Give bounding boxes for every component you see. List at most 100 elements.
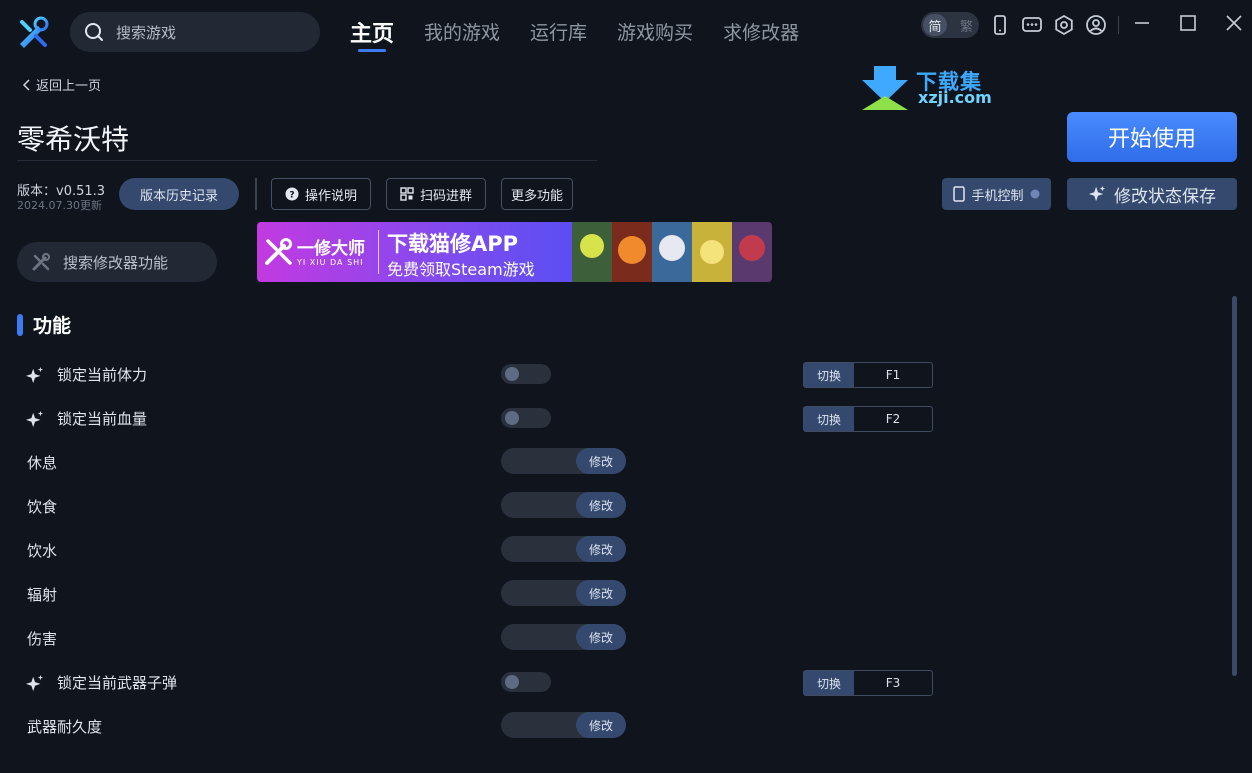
feature-label: 伤害 — [27, 630, 58, 648]
feature-label: 锁定当前血量 — [57, 410, 148, 428]
value-input[interactable]: 修改 — [501, 536, 626, 562]
phone-control-label: 手机控制 — [971, 188, 1024, 204]
modify-button[interactable]: 修改 — [576, 624, 626, 650]
minimize-icon[interactable] — [1130, 12, 1154, 36]
tab-runtime[interactable]: 运行库 — [530, 18, 587, 54]
feature-row: 休息 修改 — [0, 442, 1220, 482]
maximize-icon[interactable] — [1176, 12, 1200, 36]
main-nav: 主页 我的游戏 运行库 游戏购买 求修改器 — [350, 18, 799, 54]
section-accent-bar — [17, 313, 23, 336]
feature-label: 锁定当前体力 — [57, 366, 148, 384]
hotkey-key[interactable]: F3 — [854, 671, 932, 695]
value-input[interactable]: 修改 — [501, 624, 626, 650]
qr-code-icon — [400, 187, 414, 201]
modify-button[interactable]: 修改 — [576, 448, 626, 474]
sparkle-icon — [26, 410, 44, 428]
phone-control-button[interactable]: 手机控制 — [942, 178, 1051, 210]
banner-brand: 一修大师 — [297, 239, 365, 259]
qr-group-button[interactable]: 扫码进群 — [386, 178, 486, 210]
guide-button[interactable]: ? 操作说明 — [271, 178, 371, 210]
toggle-knob — [505, 411, 519, 425]
version-history-button[interactable]: 版本历史记录 — [119, 178, 239, 210]
tab-my-games[interactable]: 我的游戏 — [424, 18, 500, 54]
promo-banner[interactable]: 一修大师 YI XIU DA SHI 下载猫修APP 免费领取Steam游戏 — [257, 222, 772, 282]
hotkey-control: 切换 F1 — [803, 362, 933, 388]
feature-label: 锁定当前武器子弹 — [57, 674, 178, 692]
toggle-knob — [505, 675, 519, 689]
qr-label: 扫码进群 — [419, 188, 472, 204]
save-state-button[interactable]: 修改状态保存 — [1067, 178, 1237, 210]
banner-brand-pinyin: YI XIU DA SHI — [297, 258, 364, 267]
hotkey-switch-button[interactable]: 切换 — [804, 363, 854, 387]
watermark-logo: 下载集 xzji.com — [860, 66, 1000, 110]
language-toggle[interactable]: 简 繁 — [921, 12, 979, 38]
value-input[interactable]: 修改 — [501, 448, 626, 474]
settings-icon[interactable] — [1053, 14, 1075, 36]
banner-subline: 免费领取Steam游戏 — [387, 260, 535, 279]
feature-search-input[interactable]: 搜索修改器功能 — [17, 242, 217, 282]
modify-button[interactable]: 修改 — [576, 536, 626, 562]
toolbar-divider — [1118, 16, 1119, 34]
hotkey-key[interactable]: F2 — [854, 407, 932, 431]
scrollbar[interactable] — [1232, 296, 1237, 676]
feature-row: 辐射 修改 — [0, 574, 1220, 614]
chevron-left-icon — [22, 78, 30, 91]
feature-search-placeholder: 搜索修改器功能 — [63, 253, 169, 272]
back-label: 返回上一页 — [36, 79, 102, 94]
sparkle-icon — [26, 366, 44, 384]
banner-headline: 下载猫修APP — [387, 232, 519, 256]
help-icon: ? — [285, 187, 299, 201]
banner-divider — [378, 230, 379, 274]
game-search-input[interactable]: 搜索游戏 — [70, 12, 320, 52]
modify-button[interactable]: 修改 — [576, 492, 626, 518]
modify-button[interactable]: 修改 — [576, 580, 626, 606]
phone-icon — [953, 186, 966, 202]
more-features-button[interactable]: 更多功能 — [501, 178, 573, 210]
search-icon — [85, 23, 103, 41]
app-logo-icon[interactable] — [16, 16, 50, 50]
feature-toggle[interactable] — [501, 672, 551, 692]
search-placeholder: 搜索游戏 — [116, 23, 177, 42]
feature-row: 锁定当前血量 切换 F2 — [0, 398, 1220, 438]
feature-row: 饮食 修改 — [0, 486, 1220, 526]
tab-home[interactable]: 主页 — [350, 16, 394, 52]
lang-simplified[interactable]: 简 — [923, 14, 947, 36]
download-arrow-icon — [862, 66, 908, 110]
feature-label: 休息 — [27, 454, 58, 472]
tab-request-trainer[interactable]: 求修改器 — [723, 18, 799, 54]
back-link[interactable]: 返回上一页 — [22, 75, 101, 94]
value-input[interactable]: 修改 — [501, 712, 626, 738]
tools-logo-icon — [265, 238, 292, 265]
feature-toggle[interactable] — [501, 364, 551, 384]
hotkey-switch-button[interactable]: 切换 — [804, 671, 854, 695]
toggle-knob — [505, 367, 519, 381]
hotkey-key[interactable]: F1 — [854, 363, 932, 387]
section-title: 功能 — [33, 315, 72, 337]
feature-label: 饮水 — [27, 542, 58, 560]
value-input[interactable]: 修改 — [501, 492, 626, 518]
sparkle-icon — [26, 674, 44, 692]
feature-row: 锁定当前武器子弹 切换 F3 — [0, 662, 1220, 702]
chat-icon[interactable] — [1021, 14, 1043, 36]
brand-url: xzji.com — [918, 88, 992, 107]
start-button[interactable]: 开始使用 — [1067, 112, 1237, 162]
title-divider — [17, 160, 597, 161]
user-icon[interactable] — [1085, 14, 1107, 36]
game-title: 零希沃特 — [17, 123, 130, 156]
close-icon[interactable] — [1222, 12, 1246, 36]
feature-toggle[interactable] — [501, 408, 551, 428]
feature-row: 伤害 修改 — [0, 618, 1220, 658]
feature-row: 锁定当前体力 切换 F1 — [0, 354, 1220, 394]
phone-icon[interactable] — [989, 14, 1011, 36]
top-bar: 搜索游戏 主页 我的游戏 运行库 游戏购买 求修改器 简 繁 — [0, 0, 1252, 64]
tools-icon — [32, 253, 50, 271]
game-characters-art — [572, 222, 772, 282]
tab-buy-games[interactable]: 游戏购买 — [617, 18, 693, 54]
lang-traditional[interactable]: 繁 — [960, 16, 973, 35]
sparkle-icon — [1088, 185, 1106, 202]
modify-button[interactable]: 修改 — [576, 712, 626, 738]
hotkey-control: 切换 F2 — [803, 406, 933, 432]
guide-label: 操作说明 — [304, 188, 357, 204]
hotkey-switch-button[interactable]: 切换 — [804, 407, 854, 431]
value-input[interactable]: 修改 — [501, 580, 626, 606]
